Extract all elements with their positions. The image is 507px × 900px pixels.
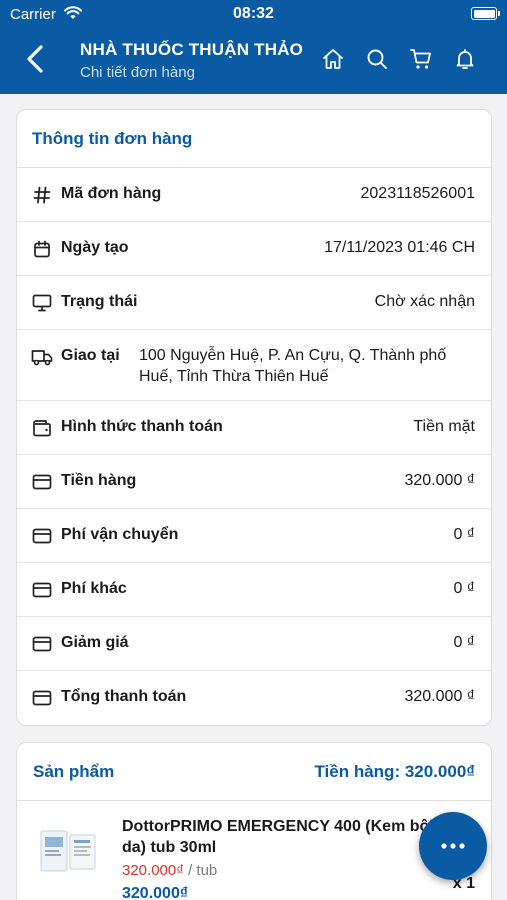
- address-value: 100 Nguyễn Huệ, P. An Cựu, Q. Thành phố …: [139, 347, 447, 385]
- home-button[interactable]: [320, 46, 346, 72]
- notifications-button[interactable]: [452, 46, 478, 72]
- page-title: NHÀ THUỐC THUẬN THẢO: [80, 40, 304, 59]
- discount-row: Giảm giá 0 ₫: [17, 617, 491, 671]
- product-thumbnail: [37, 823, 99, 881]
- cart-icon: [410, 49, 431, 69]
- row-value: 0 ₫: [453, 634, 475, 651]
- product-unit: / tub: [183, 862, 218, 879]
- row-label: Phí khác: [61, 580, 127, 597]
- wallet-icon: [31, 417, 53, 439]
- row-label: Trạng thái: [61, 293, 138, 310]
- shipping-fee-row: Phí vận chuyển 0 ₫: [17, 509, 491, 563]
- row-label: Giảm giá: [61, 634, 129, 651]
- bell-icon: [456, 49, 474, 69]
- created-date-row: Ngày tạo 17/11/2023 01:46 CH: [17, 222, 491, 276]
- back-arrow-icon: [27, 45, 43, 73]
- more-actions-button[interactable]: [419, 812, 487, 880]
- battery-icon: [471, 7, 500, 20]
- products-header: Sản phẩm Tiền hàng: 320.000₫: [17, 743, 491, 801]
- cart-button[interactable]: [408, 46, 434, 72]
- products-subtotal: Tiền hàng: 320.000₫: [314, 761, 475, 781]
- delivery-address-row: Giao tại 100 Nguyễn Huệ, P. An Cựu, Q. T…: [17, 330, 491, 401]
- row-value: 0 ₫: [453, 580, 475, 597]
- row-label: Mã đơn hàng: [61, 185, 162, 202]
- order-id-row: Mã đơn hàng 2023118526001: [17, 168, 491, 222]
- row-label: Giao tại: [61, 347, 120, 364]
- card-icon: [31, 687, 53, 709]
- hash-icon: [31, 184, 53, 206]
- card-icon: [31, 471, 53, 493]
- goods-amount-row: Tiền hàng 320.000 ₫: [17, 455, 491, 509]
- truck-icon: [31, 346, 53, 368]
- row-value: 17/11/2023 01:46 CH: [324, 239, 475, 256]
- card-icon: [31, 579, 53, 601]
- row-value: 320.000 ₫: [404, 472, 476, 489]
- row-label: Hình thức thanh toán: [61, 418, 223, 435]
- page-subtitle: Chi tiết đơn hàng: [80, 64, 195, 81]
- row-value: 2023118526001: [360, 185, 476, 202]
- row-label: Tổng thanh toán: [61, 688, 187, 705]
- home-icon: [323, 49, 343, 69]
- calendar-icon: [31, 238, 53, 260]
- products-title: Sản phẩm: [33, 761, 115, 781]
- app-header: Carrier 08:32 NHÀ THUỐC THUẬN THẢO Chi t…: [0, 0, 507, 94]
- order-info-card: Thông tin đơn hàng Mã đơn hàng 202311852…: [16, 109, 492, 726]
- status-row: Trạng thái Chờ xác nhận: [17, 276, 491, 330]
- more-dots-icon: [441, 843, 465, 849]
- row-label: Ngày tạo: [61, 239, 129, 256]
- clock: 08:32: [233, 5, 274, 22]
- back-button[interactable]: [20, 42, 50, 76]
- battery-fill: [473, 9, 495, 18]
- order-info-title: Thông tin đơn hàng: [17, 110, 491, 168]
- row-value: 320.000 ₫: [404, 688, 476, 705]
- status-value: Chờ xác nhận: [374, 293, 475, 310]
- payment-method-row: Hình thức thanh toán Tiền mặt: [17, 401, 491, 455]
- row-label: Tiền hàng: [61, 472, 137, 489]
- search-button[interactable]: [364, 46, 390, 72]
- product-price: 320.000₫: [122, 862, 184, 879]
- status-bar: Carrier 08:32: [0, 0, 507, 28]
- search-icon: [367, 49, 387, 69]
- row-value: 0 ₫: [453, 526, 475, 543]
- other-fee-row: Phí khác 0 ₫: [17, 563, 491, 617]
- products-card: Sản phẩm Tiền hàng: 320.000₫ DottorPRIMO…: [16, 742, 492, 900]
- card-icon: [31, 633, 53, 655]
- product-price-line: 320.000₫ / tub: [122, 862, 217, 879]
- total-payment-row: Tổng thanh toán 320.000 ₫: [17, 671, 491, 725]
- row-value: Tiền mặt: [413, 418, 475, 435]
- product-total: 320.000₫: [122, 885, 189, 900]
- monitor-icon: [31, 292, 53, 314]
- card-icon: [31, 525, 53, 547]
- row-label: Phí vận chuyển: [61, 526, 179, 543]
